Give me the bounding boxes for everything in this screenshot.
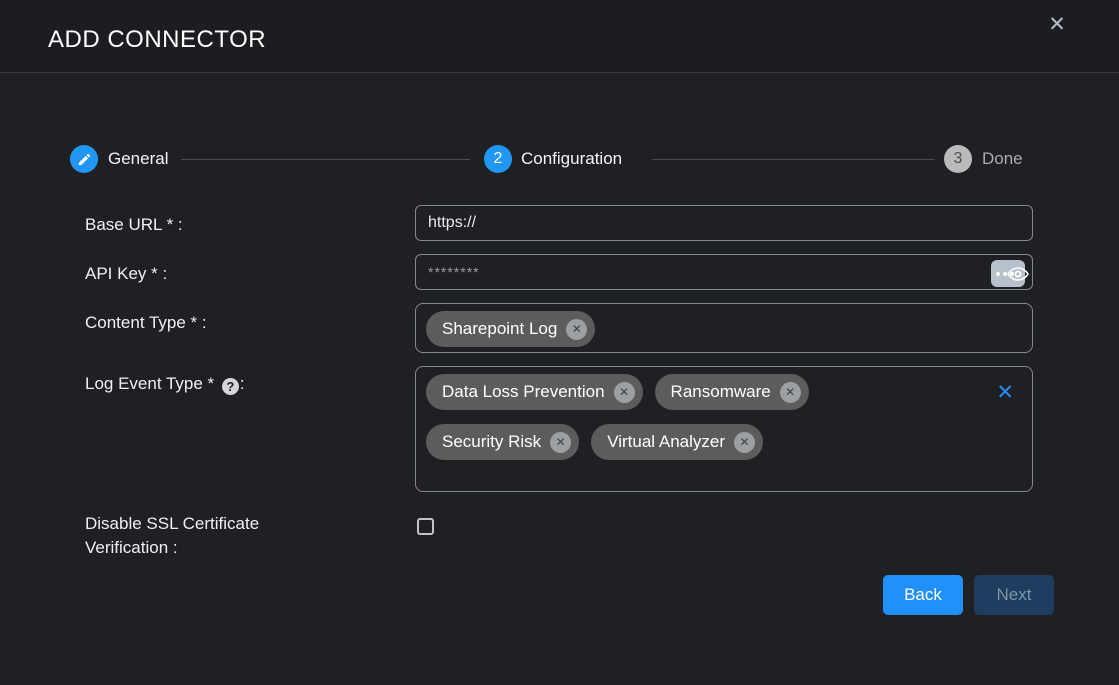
remove-chip-icon[interactable]: ✕ (734, 432, 755, 453)
chip-container: Sharepoint Log ✕ (416, 304, 1032, 354)
pencil-icon (77, 152, 92, 167)
content-type-label: Content Type * : (85, 313, 207, 333)
api-key-input[interactable] (415, 254, 1033, 290)
add-connector-dialog: ADD CONNECTOR ✕ General 2 Configuration … (0, 0, 1119, 685)
step-configuration-indicator[interactable]: 2 (484, 145, 512, 173)
chip-label: Security Risk (442, 432, 541, 452)
step-configuration-label: Configuration (521, 149, 622, 169)
step-connector-line-2 (652, 159, 935, 160)
disable-ssl-label: Disable SSL Certificate Verification : (85, 512, 303, 560)
next-button[interactable]: Next (974, 575, 1054, 615)
chip-label: Sharepoint Log (442, 319, 557, 339)
chip-label: Virtual Analyzer (607, 432, 725, 452)
chip-virtual-analyzer: Virtual Analyzer ✕ (591, 424, 763, 460)
chip-label: Ransomware (671, 382, 771, 402)
disable-ssl-checkbox[interactable] (417, 518, 434, 535)
close-icon[interactable]: ✕ (1043, 11, 1071, 39)
content-type-field[interactable]: Sharepoint Log ✕ (415, 303, 1033, 353)
step-number: 2 (494, 150, 503, 168)
chip-data-loss-prevention: Data Loss Prevention ✕ (426, 374, 643, 410)
chip-sharepoint-log: Sharepoint Log ✕ (426, 311, 595, 347)
chip-ransomware: Ransomware ✕ (655, 374, 809, 410)
chip-label: Data Loss Prevention (442, 382, 605, 402)
back-button[interactable]: Back (883, 575, 963, 615)
dialog-header: ADD CONNECTOR ✕ (0, 0, 1119, 73)
base-url-label: Base URL * : (85, 215, 183, 235)
log-event-type-label-text: Log Event Type * (85, 374, 214, 393)
eye-icon (1005, 262, 1031, 291)
remove-chip-icon[interactable]: ✕ (566, 319, 587, 340)
reveal-password-button[interactable] (991, 260, 1025, 287)
label-colon: : (240, 374, 245, 393)
step-general-indicator[interactable] (70, 145, 98, 173)
log-event-type-field[interactable]: Data Loss Prevention ✕ Ransomware ✕ Secu… (415, 366, 1033, 492)
log-event-type-label: Log Event Type * ?: (85, 374, 245, 395)
chip-container: Data Loss Prevention ✕ Ransomware ✕ Secu… (416, 367, 1032, 467)
chip-security-risk: Security Risk ✕ (426, 424, 579, 460)
remove-chip-icon[interactable]: ✕ (550, 432, 571, 453)
help-icon[interactable]: ? (222, 378, 239, 395)
step-number: 3 (954, 150, 963, 168)
api-key-label: API Key * : (85, 264, 167, 284)
clear-field-icon[interactable]: ✕ (996, 380, 1014, 405)
step-connector-line-1 (181, 159, 470, 160)
remove-chip-icon[interactable]: ✕ (614, 382, 635, 403)
step-done-indicator[interactable]: 3 (944, 145, 972, 173)
step-general-label: General (108, 149, 168, 169)
base-url-input[interactable] (415, 205, 1033, 241)
remove-chip-icon[interactable]: ✕ (780, 382, 801, 403)
step-done-label: Done (982, 149, 1023, 169)
dialog-title: ADD CONNECTOR (48, 26, 266, 54)
